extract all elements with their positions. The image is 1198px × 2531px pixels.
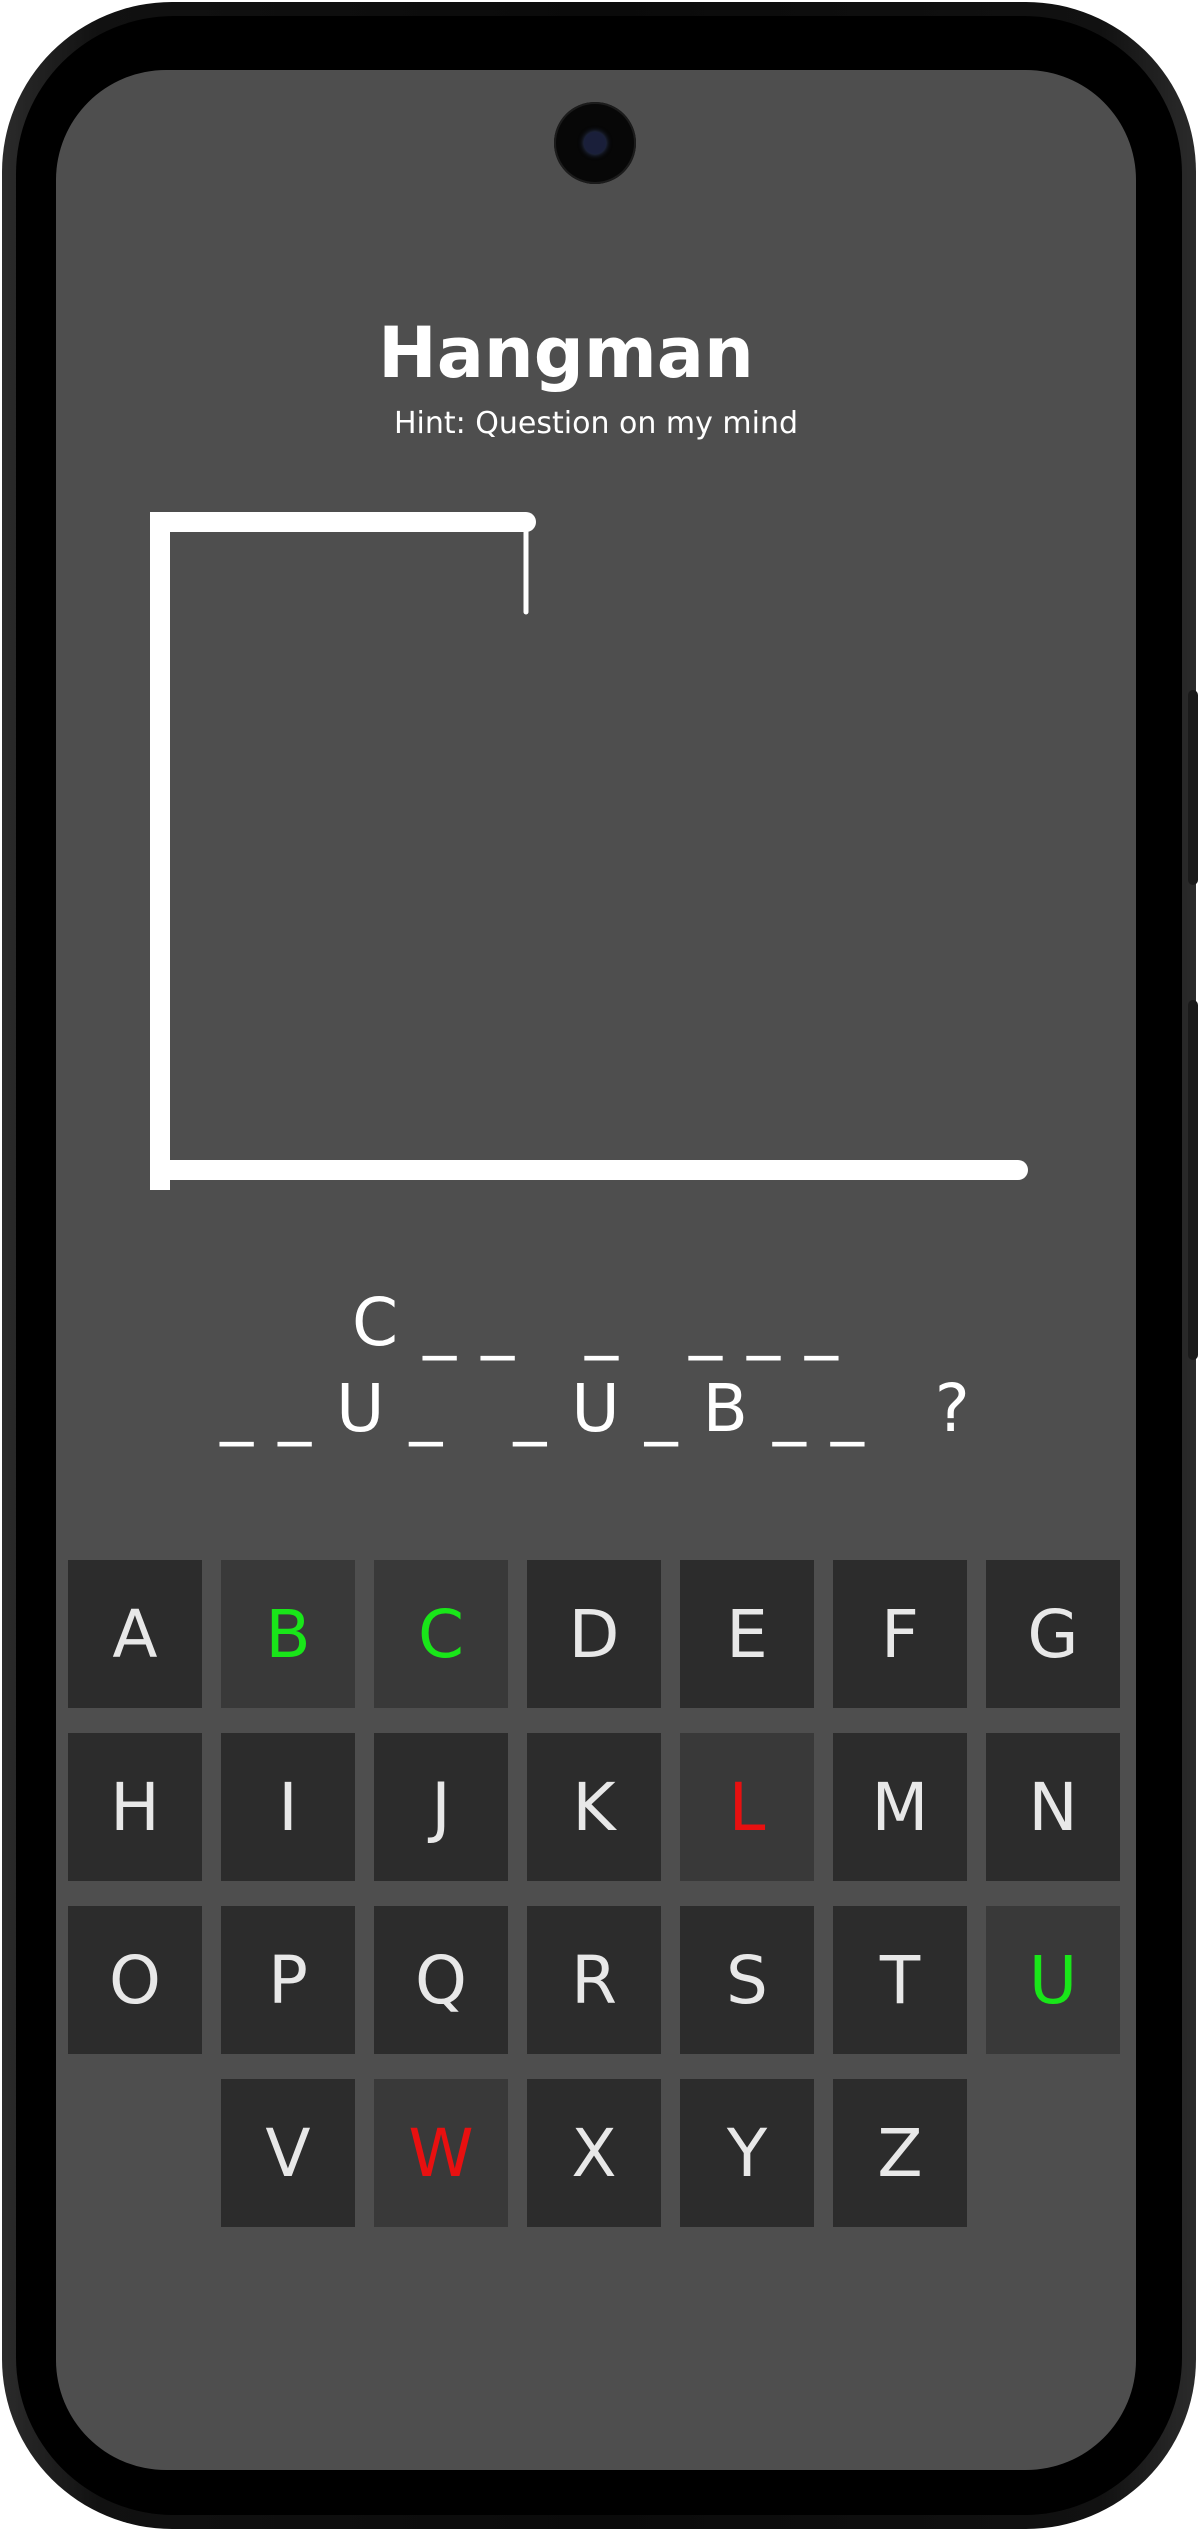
volume-button (1188, 690, 1198, 885)
key-v[interactable]: V (221, 2079, 355, 2227)
key-x[interactable]: X (527, 2079, 661, 2227)
key-l[interactable]: L (680, 1733, 814, 1881)
app-screen: Hangman Hint: Question on my mind C _ _ … (56, 70, 1136, 2470)
key-j[interactable]: J (374, 1733, 508, 1881)
puzzle-line-1: C _ _ _ _ _ _ (352, 1284, 840, 1361)
key-k[interactable]: K (527, 1733, 661, 1881)
key-y[interactable]: Y (680, 2079, 814, 2227)
key-n[interactable]: N (986, 1733, 1120, 1881)
key-q[interactable]: Q (374, 1906, 508, 2054)
power-button (1188, 1000, 1198, 1360)
key-m[interactable]: M (833, 1733, 967, 1881)
puzzle-line-2: _ _ U _ _ U _ B _ _ ? (220, 1370, 972, 1447)
key-e[interactable]: E (680, 1560, 814, 1708)
key-h[interactable]: H (68, 1733, 202, 1881)
key-z[interactable]: Z (833, 2079, 967, 2227)
key-b[interactable]: B (221, 1560, 355, 1708)
key-g[interactable]: G (986, 1560, 1120, 1708)
key-u[interactable]: U (986, 1906, 1120, 2054)
key-d[interactable]: D (527, 1560, 661, 1708)
key-r[interactable]: R (527, 1906, 661, 2054)
gallows-drawing (150, 512, 1028, 1190)
key-o[interactable]: O (68, 1906, 202, 2054)
key-w[interactable]: W (374, 2079, 508, 2227)
key-p[interactable]: P (221, 1906, 355, 2054)
key-c[interactable]: C (374, 1560, 508, 1708)
key-a[interactable]: A (68, 1560, 202, 1708)
key-f[interactable]: F (833, 1560, 967, 1708)
key-i[interactable]: I (221, 1733, 355, 1881)
key-s[interactable]: S (680, 1906, 814, 2054)
key-t[interactable]: T (833, 1906, 967, 2054)
